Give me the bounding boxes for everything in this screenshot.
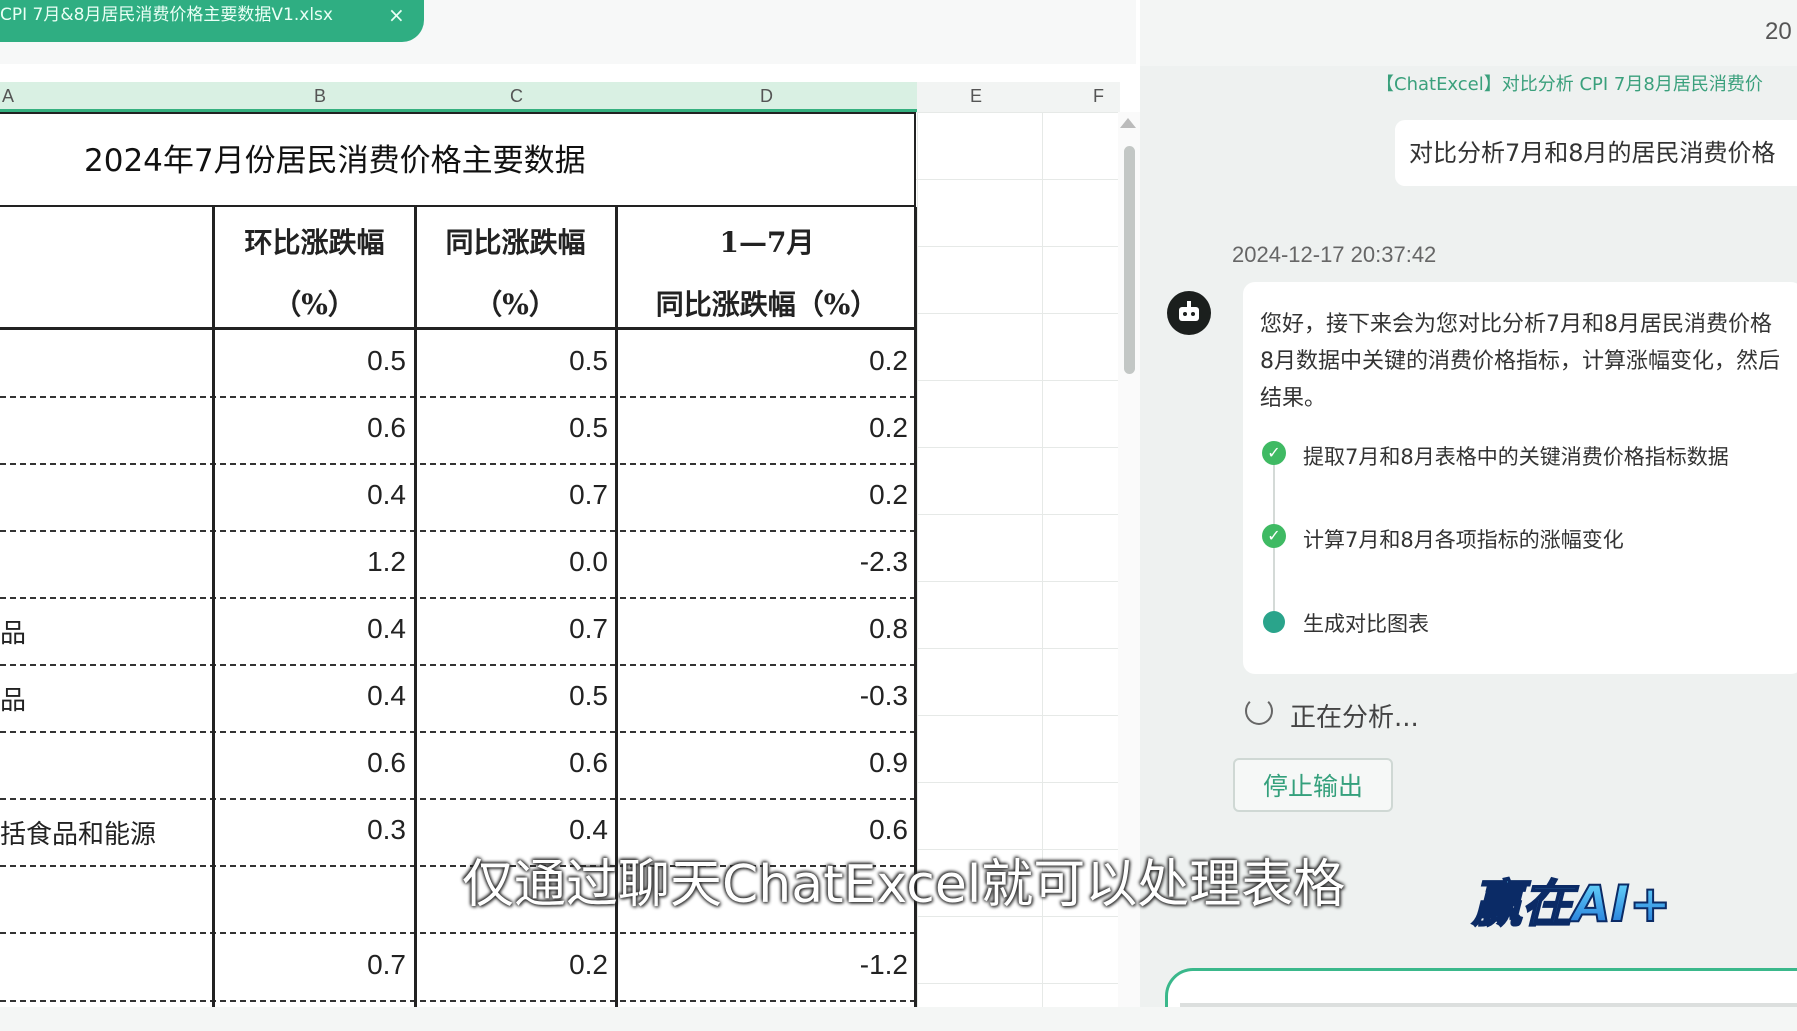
cell-d[interactable]: 0.2 (620, 479, 908, 511)
cell-b[interactable]: 0.3 (216, 814, 406, 846)
close-icon[interactable]: × (388, 0, 405, 30)
cell-d[interactable]: 0.2 (620, 345, 908, 377)
column-header-b[interactable]: B (314, 86, 326, 107)
column-header-row: A B C D E F (0, 82, 1120, 113)
cell-b[interactable]: 0.5 (216, 345, 406, 377)
column-header-d[interactable]: D (760, 86, 773, 107)
row-divider (0, 731, 916, 733)
cell-d[interactable]: 0.8 (620, 613, 908, 645)
row-divider (0, 1000, 916, 1002)
header-cell-c[interactable]: 同比涨跌幅 （%） (416, 207, 615, 330)
analyzing-status: 正在分析... (1290, 703, 1419, 733)
row-divider (0, 597, 916, 599)
cell-c[interactable]: 0.5 (418, 680, 608, 712)
check-icon: ✓ (1262, 524, 1286, 548)
check-icon: ✓ (1262, 441, 1286, 465)
row-divider (0, 798, 916, 800)
row-label: 品 (0, 686, 27, 716)
user-message-text: 对比分析7月和8月的居民消费价格 (1409, 139, 1776, 167)
cell-c[interactable]: 0.2 (418, 949, 608, 981)
bottom-bar (0, 1007, 1797, 1031)
cell-d[interactable]: -2.3 (620, 546, 908, 578)
video-subtitle: 仅通过聊天ChatExcel就可以处理表格 (462, 855, 1346, 915)
header-b-line2: （%） (273, 288, 356, 321)
cell-c[interactable]: 0.7 (418, 479, 608, 511)
cell-c[interactable]: 0.6 (418, 747, 608, 779)
row-divider (0, 664, 916, 666)
loading-spinner-icon (1245, 697, 1273, 725)
cell-b[interactable]: 0.6 (216, 412, 406, 444)
header-c-line1: 同比涨跌幅 (445, 226, 586, 259)
column-header-a[interactable]: A (2, 86, 14, 107)
robot-icon (1179, 301, 1199, 321)
sheet-title-cell[interactable]: 2024年7月份居民消费价格主要数据 (0, 112, 916, 207)
cell-d[interactable]: 0.2 (620, 412, 908, 444)
cell-d[interactable]: -1.2 (620, 949, 908, 981)
cell-b[interactable]: 0.7 (216, 949, 406, 981)
user-message-bubble: 对比分析7月和8月的居民消费价格 (1395, 120, 1797, 186)
header-b-line1: 环比涨跌幅 (244, 226, 385, 259)
step-label: 计算7月和8月各项指标的涨幅变化 (1303, 528, 1624, 552)
cell-b[interactable]: 0.4 (216, 613, 406, 645)
row-divider (0, 932, 916, 934)
header-d-line2: 同比涨跌幅（%） (655, 288, 879, 321)
cell-b[interactable]: 0.6 (216, 747, 406, 779)
row-label: 括食品和能源 (0, 820, 157, 850)
cell-b[interactable]: 0.4 (216, 680, 406, 712)
cell-c[interactable]: 0.0 (418, 546, 608, 578)
stop-output-button[interactable]: 停止输出 (1233, 758, 1393, 812)
header-c-line2: （%） (474, 288, 557, 321)
bot-message-text: 您好，接下来会为您对比分析7月和8月居民消费价格 8月数据中关键的消费价格指标，… (1260, 306, 1797, 417)
file-tag[interactable]: 【ChatExcel】对比分析 CPI 7月8月居民消费价 (1376, 70, 1763, 96)
cell-d[interactable]: -0.3 (620, 680, 908, 712)
bot-line: 结果。 (1260, 386, 1327, 411)
file-tab-title[interactable]: CPI 7月&8月居民消费价格主要数据V1.xlsx (0, 0, 333, 30)
cell-b[interactable]: 0.4 (216, 479, 406, 511)
selected-columns-highlight (0, 82, 917, 112)
column-header-e[interactable]: E (970, 86, 982, 107)
column-border (212, 207, 215, 1007)
header-cell-b[interactable]: 环比涨跌幅 （%） (215, 207, 414, 330)
cell-d[interactable]: 0.9 (620, 747, 908, 779)
file-tab[interactable]: CPI 7月&8月居民消费价格主要数据V1.xlsx × (0, 0, 424, 42)
column-header-c[interactable]: C (510, 86, 523, 107)
scroll-up-icon[interactable] (1120, 118, 1136, 128)
cell-c[interactable]: 0.5 (418, 412, 608, 444)
chat-panel-header (1140, 0, 1797, 66)
cell-c[interactable]: 0.5 (418, 345, 608, 377)
progress-dot-icon (1263, 611, 1285, 633)
program-logo: 赢在AI+ (1470, 874, 1672, 934)
cell-b[interactable]: 1.2 (216, 546, 406, 578)
bot-line: 您好，接下来会为您对比分析7月和8月居民消费价格 (1260, 312, 1772, 337)
row-label: 品 (0, 619, 27, 649)
header-d-line1: 1—7月 (719, 226, 815, 259)
sheet-title: 2024年7月份居民消费价格主要数据 (84, 143, 586, 179)
step-label: 生成对比图表 (1303, 612, 1429, 636)
bot-line: 8月数据中关键的消费价格指标，计算涨幅变化，然后 (1260, 349, 1780, 374)
row-divider (0, 530, 916, 532)
scrollbar-thumb[interactable] (1124, 146, 1135, 374)
chat-date-fragment: 20 (1765, 18, 1792, 45)
column-border (414, 207, 417, 1007)
logo-text: 赢在AI+ (1471, 875, 1671, 933)
header-cell-d[interactable]: 1—7月 同比涨跌幅（%） (618, 207, 916, 330)
column-header-f[interactable]: F (1093, 86, 1104, 107)
cell-c[interactable]: 0.7 (418, 613, 608, 645)
message-timestamp: 2024-12-17 20:37:42 (1232, 242, 1437, 267)
step-label: 提取7月和8月表格中的关键消费价格指标数据 (1303, 445, 1729, 469)
row-divider (0, 463, 916, 465)
row-divider (0, 396, 916, 398)
bot-avatar-icon (1167, 291, 1211, 335)
